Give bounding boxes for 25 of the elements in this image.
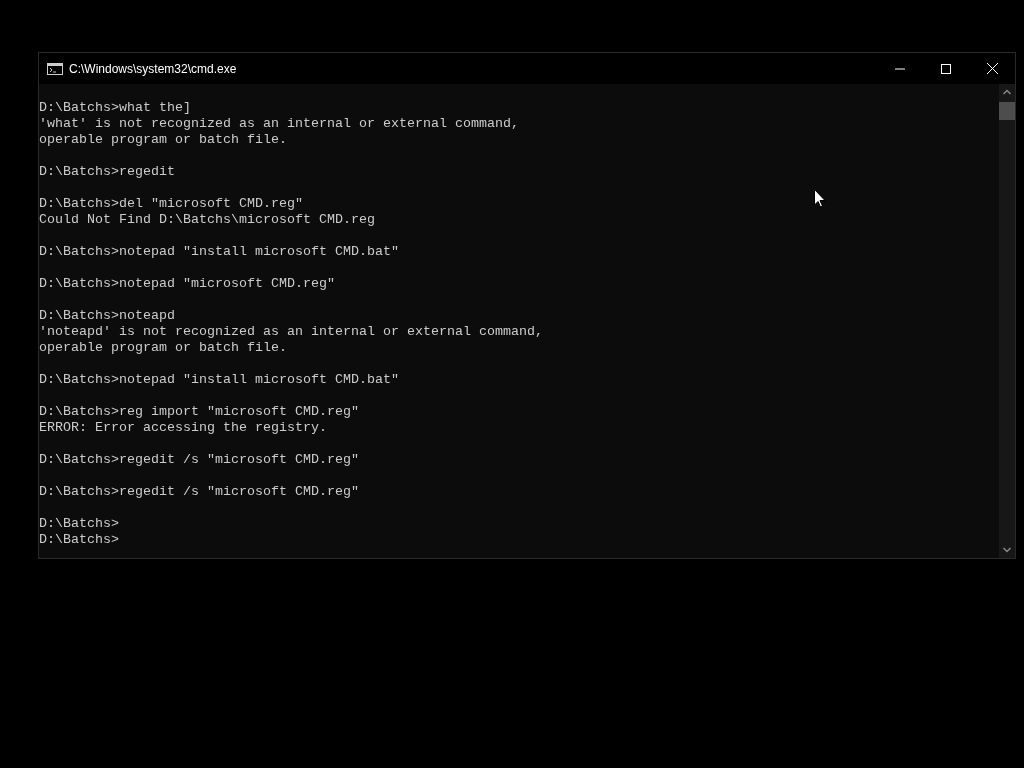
close-icon (986, 63, 998, 74)
console-line: operable program or batch file. (39, 132, 287, 148)
console-line: D:\Batchs>what the] (39, 100, 191, 116)
scroll-thumb[interactable] (999, 102, 1015, 120)
console-line: Could Not Find D:\Batchs\microsoft CMD.reg (39, 212, 375, 228)
console-line: D:\Batchs>del "microsoft CMD.reg" (39, 196, 303, 212)
console-line: 'noteapd' is not recognized as an internal or external command, (39, 324, 543, 340)
console-line: D:\Batchs>notepad "install microsoft CMD.bat" (39, 372, 399, 388)
maximize-icon (941, 63, 951, 74)
scrollbar[interactable] (999, 84, 1015, 558)
console-line: D:\Batchs> (39, 532, 119, 548)
console-line: operable program or batch file. (39, 340, 287, 356)
window-title: C:\Windows\system32\cmd.exe (69, 61, 238, 76)
console-line: D:\Batchs>notepad "install microsoft CMD.bat" (39, 244, 399, 260)
console-line: D:\Batchs>regedit /s "microsoft CMD.reg" (39, 452, 359, 468)
console-line: D:\Batchs> (39, 516, 119, 532)
mouse-cursor-icon (814, 189, 826, 208)
console-line: D:\Batchs>notepad "microsoft CMD.reg" (39, 276, 335, 292)
console-line: ERROR: Error accessing the registry. (39, 420, 327, 436)
console-line: D:\Batchs>reg import "microsoft CMD.reg" (39, 404, 359, 420)
terminal-icon (47, 62, 63, 75)
console-line: D:\Batchs>regedit /s "microsoft CMD.reg" (39, 484, 359, 500)
console-line: D:\Batchs>noteapd (39, 308, 175, 324)
console-line: D:\Batchs>regedit (39, 164, 175, 180)
console-line: 'what' is not recognized as an internal or external command, (39, 116, 519, 132)
